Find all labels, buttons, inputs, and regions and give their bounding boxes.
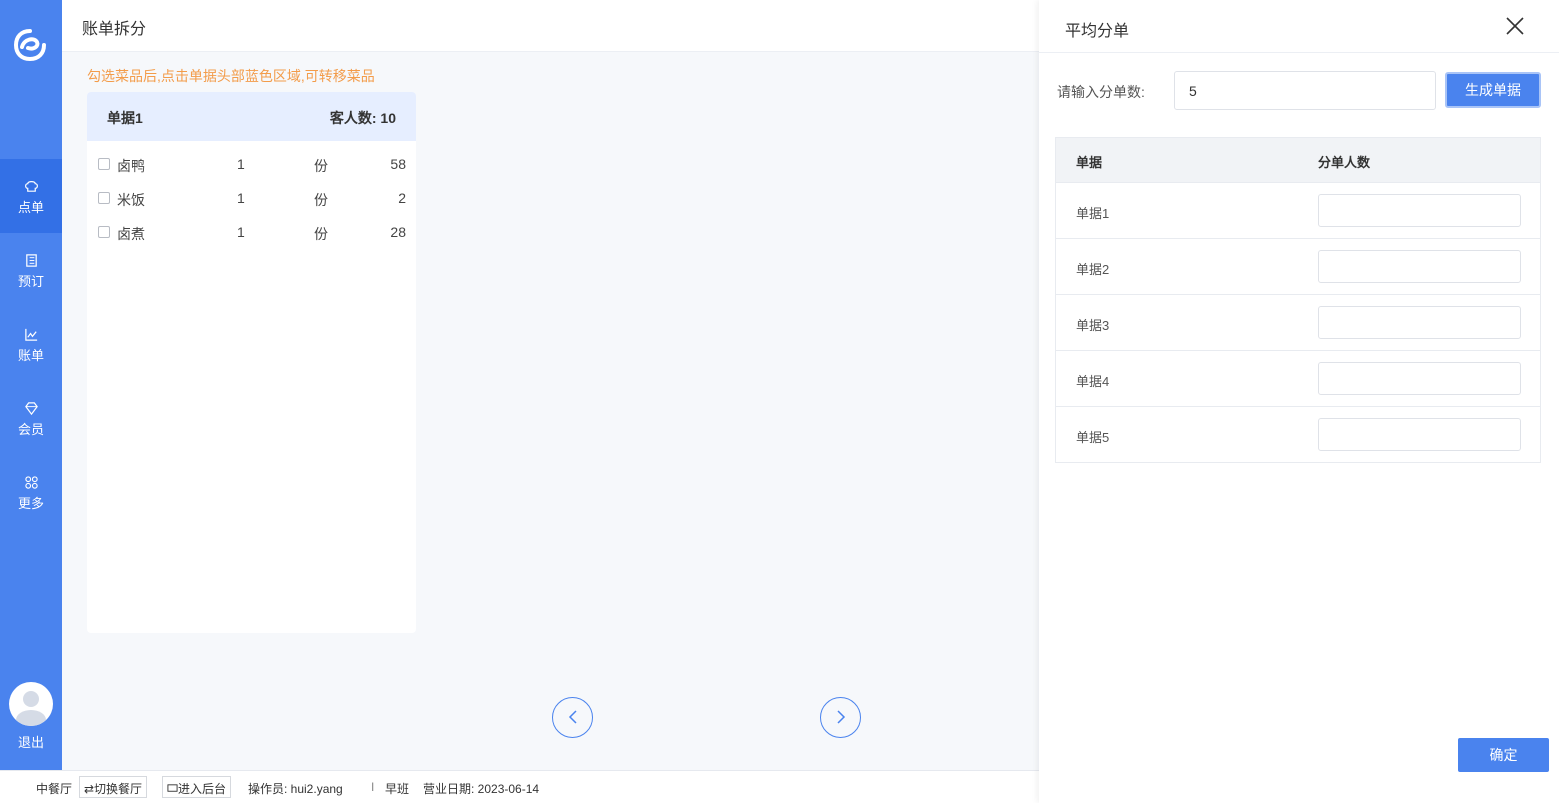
column-header-bill: 单据: [1076, 155, 1103, 170]
dish-row: 米饭 1 份 2: [87, 181, 416, 215]
table-row: 单据2: [1056, 238, 1540, 294]
dish-checkbox[interactable]: [98, 226, 110, 238]
dish-qty: 1: [237, 190, 245, 206]
shift-info: 早班: [385, 782, 410, 796]
app-logo-icon: [13, 29, 46, 62]
operator-info: 操作员: hui2.yang: [248, 782, 343, 796]
table-header: 单据 分单人数: [1056, 138, 1540, 182]
sidebar-item-label: 点单: [17, 200, 44, 215]
bill-name: 单据1: [107, 110, 143, 126]
drawer-header: 平均分单: [1039, 0, 1559, 53]
sidebar: 点单 预订 账单 会员 更多 退出: [0, 0, 62, 770]
next-button[interactable]: [820, 697, 861, 738]
close-icon[interactable]: [1505, 16, 1525, 36]
grid-icon: [24, 476, 38, 489]
dish-name: 卤煮: [117, 226, 145, 242]
bill-label: 单据3: [1076, 318, 1110, 333]
header: 账单拆分: [62, 0, 1039, 52]
split-count-label: 请输入分单数:: [1057, 84, 1145, 100]
chevron-right-icon: [837, 710, 846, 724]
sidebar-item-label: 预订: [17, 274, 44, 289]
prev-button[interactable]: [552, 697, 593, 738]
chef-hat-icon: [24, 180, 38, 192]
dish-row: 卤鸭 1 份 58: [87, 147, 416, 181]
people-count-input[interactable]: [1318, 250, 1521, 283]
dish-checkbox[interactable]: [98, 158, 110, 170]
enter-backend-label: 进入后台: [178, 782, 227, 796]
dish-unit: 份: [314, 226, 328, 242]
confirm-button[interactable]: 确定: [1458, 738, 1549, 772]
sidebar-item-more[interactable]: 更多: [0, 455, 62, 529]
sidebar-item-label: 会员: [17, 422, 44, 437]
dish-price: 58: [390, 156, 406, 172]
separator: I: [371, 780, 375, 794]
dish-unit: 份: [314, 158, 328, 174]
sidebar-item-bills[interactable]: 账单: [0, 307, 62, 381]
table-row: 单据4: [1056, 350, 1540, 406]
restaurant-name: 中餐厅: [36, 782, 73, 796]
split-drawer: 平均分单 请输入分单数: 生成单据 单据 分单人数 单据1 单据2 单据3 单据…: [1039, 0, 1559, 803]
hint-text: 勾选菜品后,点击单据头部蓝色区域,可转移菜品: [87, 68, 375, 84]
logout-button[interactable]: 退出: [0, 732, 62, 751]
people-count-input[interactable]: [1318, 194, 1521, 227]
page-title: 账单拆分: [82, 21, 147, 38]
column-header-people: 分单人数: [1318, 155, 1371, 170]
dish-qty: 1: [237, 224, 245, 240]
dish-price: 2: [398, 190, 406, 206]
dish-checkbox[interactable]: [98, 192, 110, 204]
table-row: 单据3: [1056, 294, 1540, 350]
generate-bills-button[interactable]: 生成单据: [1445, 72, 1541, 108]
user-icon: [16, 691, 46, 726]
status-bar: 中餐厅 ⇄切换餐厅 进入后台 操作员: hui2.yang I 早班 营业日期:…: [0, 770, 1039, 803]
table-row: 单据5: [1056, 406, 1540, 462]
split-table: 单据 分单人数 单据1 单据2 单据3 单据4 单据5: [1055, 137, 1541, 463]
sidebar-item-members[interactable]: 会员: [0, 381, 62, 455]
bill-label: 单据2: [1076, 262, 1110, 277]
people-count-input[interactable]: [1318, 418, 1521, 451]
bill-label: 单据4: [1076, 374, 1110, 389]
sidebar-item-label: 账单: [17, 348, 44, 363]
avatar[interactable]: [9, 682, 53, 726]
dish-name: 米饭: [117, 192, 145, 208]
book-icon: [25, 254, 37, 267]
bill-header[interactable]: 单据1 客人数: 10: [87, 92, 416, 141]
sidebar-item-order[interactable]: 点单: [0, 159, 62, 233]
switch-restaurant-button[interactable]: ⇄切换餐厅: [79, 776, 148, 798]
guest-count: 客人数: 10: [329, 110, 396, 126]
dish-name: 卤鸭: [117, 158, 145, 174]
chart-icon: [24, 328, 37, 341]
business-date: 营业日期: 2023-06-14: [423, 782, 540, 796]
dish-qty: 1: [237, 156, 245, 172]
dish-row: 卤煮 1 份 28: [87, 215, 416, 249]
bill-label: 单据1: [1076, 206, 1110, 221]
people-count-input[interactable]: [1318, 306, 1521, 339]
dish-unit: 份: [314, 192, 328, 208]
table-row: 单据1: [1056, 182, 1540, 238]
people-count-input[interactable]: [1318, 362, 1521, 395]
bill-card: 单据1 客人数: 10 卤鸭 1 份 58 米饭 1 份 2 卤煮 1 份 28: [87, 92, 416, 633]
monitor-icon: [167, 784, 178, 792]
split-count-input[interactable]: [1174, 71, 1436, 110]
sidebar-item-reservation[interactable]: 预订: [0, 233, 62, 307]
chevron-left-icon: [568, 710, 577, 724]
bill-label: 单据5: [1076, 430, 1110, 445]
drawer-title: 平均分单: [1065, 23, 1130, 40]
sidebar-item-label: 更多: [17, 496, 44, 511]
dish-price: 28: [390, 224, 406, 240]
enter-backend-button[interactable]: 进入后台: [162, 776, 232, 798]
diamond-icon: [24, 402, 38, 416]
